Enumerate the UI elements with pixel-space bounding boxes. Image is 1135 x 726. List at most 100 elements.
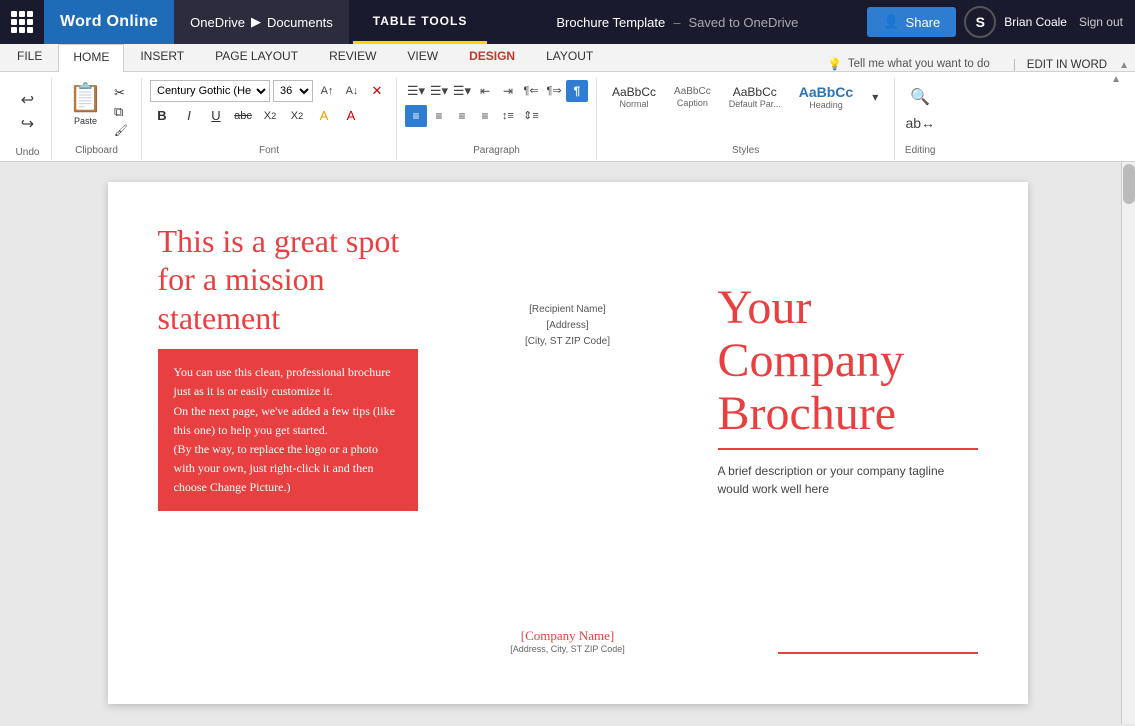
ribbon-expand-button[interactable]: ▲ — [1111, 74, 1121, 85]
mission-body[interactable]: You can use this clean, professional bro… — [158, 349, 418, 511]
editing-more-button[interactable]: ab↔ — [909, 112, 931, 134]
copy-button[interactable]: ⧉ — [111, 103, 131, 122]
ribbon-collapse-arrow[interactable]: ▲ — [1115, 60, 1133, 71]
doc-page: This is a great spot for a mission state… — [108, 182, 1028, 704]
cut-button[interactable]: ✂ — [111, 84, 131, 103]
company-name[interactable]: [Company Name] — [510, 628, 625, 644]
clipboard-label: Clipboard — [75, 145, 118, 156]
styles-section: AaBbCc Normal AaBbCc Caption AaBbCc Defa… — [597, 78, 895, 160]
strikethrough-button[interactable]: abc — [231, 105, 255, 127]
editing-search-button[interactable]: 🔍 — [909, 86, 931, 108]
tab-design[interactable]: DESIGN — [454, 43, 530, 71]
mission-title[interactable]: This is a great spot for a mission state… — [158, 222, 418, 337]
multilevel-list-button[interactable]: ☰▾ — [451, 80, 473, 102]
company-address: [Address, City, ST ZIP Code] — [510, 644, 625, 654]
font-size-select[interactable]: 36 — [273, 80, 313, 102]
paragraph-label: Paragraph — [473, 145, 520, 156]
clear-format-button[interactable]: ✕ — [366, 80, 388, 102]
tell-me-area[interactable]: 💡 Tell me what you want to do — [816, 57, 1002, 71]
font-color-button[interactable]: A — [339, 105, 363, 127]
underline-button[interactable]: U — [204, 105, 228, 127]
numbered-list-button[interactable]: ☰▾ — [428, 80, 450, 102]
style-normal-name: Normal — [620, 99, 649, 109]
line-spacing-button[interactable]: ↕≡ — [497, 105, 519, 127]
vertical-scrollbar[interactable] — [1121, 162, 1135, 724]
format-painter-button[interactable]: 🖌 — [111, 123, 131, 139]
bottom-decorative-line — [778, 652, 978, 654]
nav-path[interactable]: OneDrive ▶ Documents — [174, 0, 349, 44]
undo-button[interactable]: ↩ — [17, 89, 39, 111]
tab-home[interactable]: HOME — [58, 44, 124, 72]
highlight-button[interactable]: A — [312, 105, 336, 127]
styles-label: Styles — [732, 145, 759, 156]
paste-button[interactable]: 📋 Paste — [62, 80, 109, 126]
undo-label: Undo — [16, 147, 40, 158]
ltr-button[interactable]: ¶⇐ — [520, 80, 542, 102]
style-default-par[interactable]: AaBbCc Default Par... — [722, 81, 788, 113]
address-column: [Recipient Name] [Address] [City, ST ZIP… — [438, 222, 698, 664]
align-center-button[interactable]: ≡ — [428, 105, 450, 127]
align-left-button[interactable]: ≡ — [405, 105, 427, 127]
sign-out-link[interactable]: Sign out — [1079, 15, 1123, 29]
app-grid-button[interactable] — [0, 0, 44, 44]
style-default-name: Default Par... — [729, 99, 781, 109]
tab-page-layout[interactable]: PAGE LAYOUT — [200, 43, 313, 71]
increase-indent-button[interactable]: ⇥ — [497, 80, 519, 102]
ribbon-content: ↩ ↪ Undo 📋 Paste ✂ ⧉ 🖌 Clipboard Century… — [0, 72, 1135, 162]
font-family-select[interactable]: Century Gothic (He — [150, 80, 270, 102]
font-label: Font — [259, 145, 279, 156]
style-heading-name: Heading — [809, 100, 843, 110]
subscript-button[interactable]: X2 — [258, 105, 282, 127]
share-button[interactable]: 👤 Share — [867, 7, 956, 37]
editing-section: 🔍 ab↔ Editing — [895, 78, 945, 160]
ribbon-tabs: FILE HOME INSERT PAGE LAYOUT REVIEW VIEW… — [0, 44, 1135, 72]
justify-button[interactable]: ≡ — [474, 105, 496, 127]
scroll-thumb[interactable] — [1123, 164, 1135, 204]
para-spacing-button[interactable]: ⇕≡ — [520, 105, 542, 127]
rtl-button[interactable]: ¶⇒ — [543, 80, 565, 102]
editing-label: Editing — [905, 145, 936, 156]
redo-button[interactable]: ↪ — [17, 113, 39, 135]
increase-font-button[interactable]: A↑ — [316, 80, 338, 102]
decrease-indent-button[interactable]: ⇤ — [474, 80, 496, 102]
grid-icon — [11, 11, 33, 33]
tab-layout[interactable]: LAYOUT — [531, 43, 608, 71]
brochure-column: Your Company Brochure A brief descriptio… — [718, 222, 978, 664]
top-bar: Word Online OneDrive ▶ Documents TABLE T… — [0, 0, 1135, 44]
style-default-preview: AaBbCc — [733, 85, 777, 99]
saved-status: Saved to OneDrive — [688, 15, 798, 30]
italic-button[interactable]: I — [177, 105, 201, 127]
doc-name: Brochure Template — [556, 15, 665, 30]
style-caption[interactable]: AaBbCc Caption — [667, 82, 718, 112]
tab-file[interactable]: FILE — [2, 43, 57, 71]
style-normal-preview: AaBbCc — [612, 85, 656, 99]
brochure-description[interactable]: A brief description or your company tagl… — [718, 462, 978, 498]
superscript-button[interactable]: X2 — [285, 105, 309, 127]
brochure-title[interactable]: Your Company Brochure — [718, 282, 978, 450]
tab-review[interactable]: REVIEW — [314, 43, 391, 71]
bold-button[interactable]: B — [150, 105, 174, 127]
word-logo: Word Online — [44, 0, 174, 44]
nav-separator: ▶ — [251, 14, 261, 30]
company-footer: [Company Name] [Address, City, ST ZIP Co… — [510, 628, 625, 664]
align-right-button[interactable]: ≡ — [451, 105, 473, 127]
style-caption-name: Caption — [677, 98, 708, 108]
more-styles-button[interactable]: ▾ — [864, 86, 886, 108]
avatar: S — [964, 6, 996, 38]
table-tools-section: TABLE TOOLS — [353, 0, 488, 44]
style-normal[interactable]: AaBbCc Normal — [605, 81, 663, 113]
para-mark-button[interactable]: ¶ — [566, 80, 588, 102]
share-person-icon: 👤 — [883, 14, 899, 30]
lightbulb-icon: 💡 — [828, 57, 842, 71]
mission-column: This is a great spot for a mission state… — [158, 222, 418, 664]
edit-in-word[interactable]: EDIT IN WORD — [1014, 59, 1107, 71]
bullet-list-button[interactable]: ☰▾ — [405, 80, 427, 102]
doc-area: This is a great spot for a mission state… — [0, 162, 1135, 724]
decrease-font-button[interactable]: A↓ — [341, 80, 363, 102]
tab-insert[interactable]: INSERT — [125, 43, 199, 71]
clipboard-section: 📋 Paste ✂ ⧉ 🖌 Clipboard — [52, 78, 142, 160]
tab-view[interactable]: VIEW — [392, 43, 453, 71]
recipient-address[interactable]: [Recipient Name] [Address] [City, ST ZIP… — [525, 302, 610, 350]
style-heading[interactable]: AaBbCc Heading — [792, 80, 860, 115]
table-tools-tab[interactable]: TABLE TOOLS — [353, 0, 488, 44]
